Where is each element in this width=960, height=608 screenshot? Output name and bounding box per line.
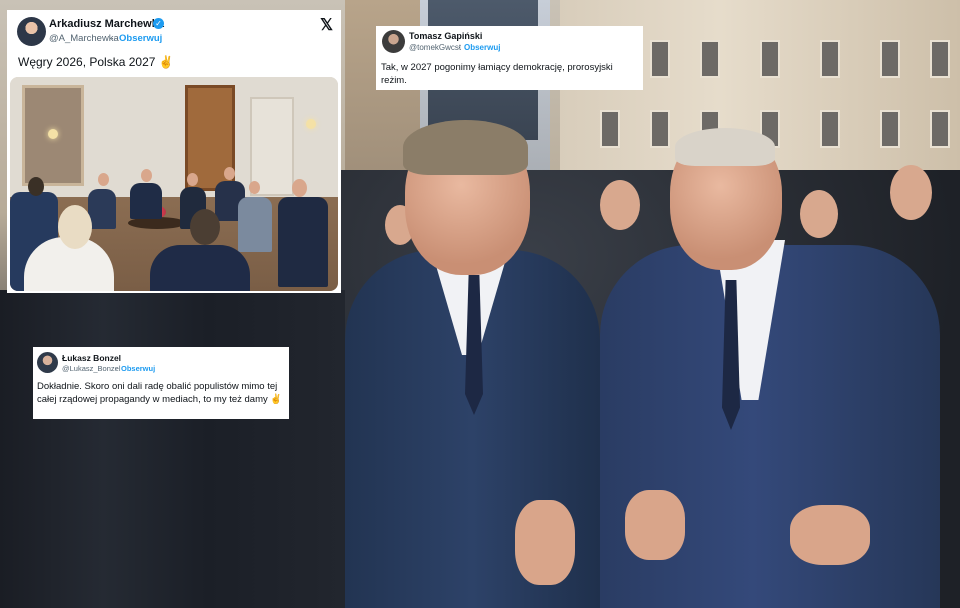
verified-check-icon: ✓ (153, 18, 164, 29)
tweet-media-image[interactable] (10, 77, 338, 291)
author-name[interactable]: Tomasz Gapiński (409, 31, 482, 41)
tweet-card-bonzel[interactable]: Łukasz Bonzel @Lukasz_Bonzel · Obserwuj … (33, 347, 289, 419)
avatar[interactable] (382, 30, 405, 53)
separator: · (458, 43, 461, 52)
wall-lamp (48, 129, 58, 139)
tweet-text: Dokładnie. Skoro oni dali radę obalić po… (37, 381, 283, 405)
author-name[interactable]: Arkadiusz Marchewka (49, 18, 164, 30)
bystander-face (600, 180, 640, 230)
tweet-text: Tak, w 2027 pogonimy łamiący demokrację,… (381, 62, 613, 86)
man-left-hand (515, 500, 575, 585)
man-back (150, 245, 250, 291)
crowd-left (0, 290, 345, 608)
tweet-text: Węgry 2026, Polska 2027 ✌ (18, 55, 174, 69)
person-head (28, 177, 44, 196)
person-head (141, 169, 152, 182)
seated-person (278, 197, 328, 287)
man-right-hair (675, 128, 775, 166)
tweet-card-gapinski[interactable]: Tomasz Gapiński @tomekGwcst · Obserwuj T… (376, 26, 643, 90)
man-left-hair (403, 120, 528, 175)
seated-person (238, 197, 272, 252)
avatar[interactable] (17, 17, 46, 46)
person-head (98, 173, 109, 186)
seated-person (130, 183, 162, 219)
blonde-hair (58, 205, 92, 249)
follow-button[interactable]: Obserwuj (464, 43, 500, 52)
tweet-card-marchewka[interactable]: Arkadiusz Marchewka ✓ @A_Marchewka · Obs… (7, 10, 341, 293)
author-handle[interactable]: @tomekGwcst (409, 43, 461, 52)
seated-person (88, 189, 116, 229)
person-head (187, 173, 198, 186)
wall-lamp (306, 119, 316, 129)
person-head (190, 209, 220, 245)
x-logo-icon[interactable]: 𝕏 (320, 15, 333, 35)
author-name[interactable]: Łukasz Bonzel (62, 353, 121, 363)
bystander-face (800, 190, 838, 238)
separator: · (111, 33, 115, 44)
person-head (224, 167, 235, 180)
author-handle[interactable]: @A_Marchewka (49, 33, 119, 44)
follow-button[interactable]: Obserwuj (119, 33, 162, 44)
person-head (249, 181, 260, 194)
person-head (292, 179, 307, 197)
avatar[interactable] (37, 352, 58, 373)
author-handle[interactable]: @Lukasz_Bonzel (62, 364, 120, 373)
bystander-face (890, 165, 932, 220)
man-right-hand (625, 490, 685, 560)
man-right-hand (790, 505, 870, 565)
follow-button[interactable]: Obserwuj (121, 364, 155, 373)
separator: · (115, 364, 118, 373)
